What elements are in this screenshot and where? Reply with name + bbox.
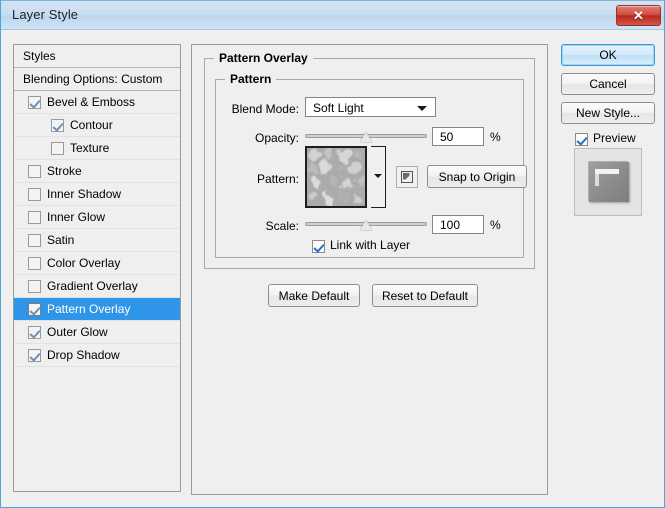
style-preview-box — [574, 148, 642, 216]
new-pattern-icon — [397, 167, 417, 187]
style-checkbox[interactable] — [28, 257, 41, 270]
reset-to-default-button[interactable]: Reset to Default — [372, 284, 478, 307]
blend-mode-value: Soft Light — [313, 101, 364, 115]
style-row-label: Outer Glow — [47, 325, 108, 339]
style-row-satin[interactable]: Satin — [14, 229, 180, 252]
style-row-label: Drop Shadow — [47, 348, 120, 362]
pattern-overlay-panel: Pattern Overlay Pattern Blend Mode: Soft… — [191, 44, 548, 495]
style-row-label: Inner Glow — [47, 210, 105, 224]
pattern-overlay-group-title: Pattern Overlay — [214, 51, 313, 65]
style-row-contour[interactable]: Contour — [14, 114, 180, 137]
style-checkbox[interactable] — [51, 119, 64, 132]
scale-label: Scale: — [226, 219, 299, 233]
style-row-pattern-overlay[interactable]: Pattern Overlay — [14, 298, 180, 321]
style-checkbox[interactable] — [28, 303, 41, 316]
style-row-label: Gradient Overlay — [47, 279, 138, 293]
style-checkbox[interactable] — [28, 280, 41, 293]
pattern-picker-dropdown[interactable] — [371, 146, 386, 208]
styles-panel: Styles Blending Options: Custom Bevel & … — [13, 44, 181, 492]
style-row-label: Pattern Overlay — [47, 302, 130, 316]
link-with-layer-checkbox[interactable] — [312, 240, 325, 253]
scale-value: 100 — [440, 218, 460, 232]
opacity-unit: % — [490, 130, 501, 144]
style-checkbox[interactable] — [28, 188, 41, 201]
pattern-label: Pattern: — [226, 172, 299, 186]
preview-label: Preview — [593, 131, 636, 145]
cancel-button[interactable]: Cancel — [561, 73, 655, 95]
blend-mode-select[interactable]: Soft Light — [305, 97, 436, 117]
pattern-group: Pattern Blend Mode: Soft Light Opacity: … — [215, 79, 524, 258]
styles-header-label: Styles — [23, 49, 56, 63]
scale-input[interactable]: 100 — [432, 215, 484, 234]
style-row-label: Color Overlay — [47, 256, 120, 270]
opacity-input[interactable]: 50 — [432, 127, 484, 146]
style-row-label: Inner Shadow — [47, 187, 121, 201]
close-button[interactable]: ✕ — [616, 5, 661, 26]
styles-list: Bevel & Emboss Contour Texture Stroke Inner … — [14, 91, 180, 367]
style-checkbox[interactable] — [28, 326, 41, 339]
blend-mode-label: Blend Mode: — [226, 102, 299, 116]
window-title: Layer Style — [12, 7, 78, 22]
style-row-label: Stroke — [47, 164, 82, 178]
style-row-gradient-overlay[interactable]: Gradient Overlay — [14, 275, 180, 298]
opacity-slider-thumb[interactable] — [360, 132, 372, 142]
style-row-label: Texture — [70, 141, 109, 155]
scale-unit: % — [490, 218, 501, 232]
chevron-down-icon — [417, 106, 427, 111]
style-row-inner-glow[interactable]: Inner Glow — [14, 206, 180, 229]
snap-to-origin-button[interactable]: Snap to Origin — [427, 165, 527, 188]
make-default-button[interactable]: Make Default — [268, 284, 360, 307]
style-checkbox[interactable] — [28, 165, 41, 178]
link-with-layer-label: Link with Layer — [330, 238, 410, 252]
title-bar: Layer Style ✕ — [1, 0, 665, 30]
pattern-swatch[interactable] — [305, 146, 367, 208]
pattern-overlay-group: Pattern Overlay Pattern Blend Mode: Soft… — [204, 58, 535, 269]
pattern-texture-icon — [307, 148, 365, 206]
layer-style-dialog: Layer Style ✕ Styles Blending Options: C… — [0, 0, 665, 508]
blending-options-row[interactable]: Blending Options: Custom — [14, 68, 180, 91]
new-pattern-button[interactable] — [396, 166, 418, 188]
new-style-button[interactable]: New Style... — [561, 102, 655, 124]
chevron-down-icon — [374, 174, 382, 178]
style-checkbox[interactable] — [28, 96, 41, 109]
blending-options-label: Blending Options: Custom — [23, 72, 162, 86]
ok-button[interactable]: OK — [561, 44, 655, 66]
pattern-group-title: Pattern — [225, 72, 276, 86]
style-preview-thumbnail — [589, 162, 629, 202]
style-row-texture[interactable]: Texture — [14, 137, 180, 160]
style-row-label: Bevel & Emboss — [47, 95, 135, 109]
style-row-drop-shadow[interactable]: Drop Shadow — [14, 344, 180, 367]
style-row-outer-glow[interactable]: Outer Glow — [14, 321, 180, 344]
scale-slider-thumb[interactable] — [360, 220, 372, 230]
style-checkbox[interactable] — [51, 142, 64, 155]
close-icon: ✕ — [617, 6, 660, 25]
style-row-inner-shadow[interactable]: Inner Shadow — [14, 183, 180, 206]
opacity-label: Opacity: — [226, 131, 299, 145]
scale-slider[interactable] — [305, 216, 427, 232]
preview-checkbox[interactable] — [575, 133, 588, 146]
style-row-stroke[interactable]: Stroke — [14, 160, 180, 183]
style-row-color-overlay[interactable]: Color Overlay — [14, 252, 180, 275]
styles-panel-header: Styles — [14, 45, 180, 68]
opacity-value: 50 — [440, 130, 453, 144]
style-checkbox[interactable] — [28, 211, 41, 224]
opacity-slider[interactable] — [305, 128, 427, 144]
style-checkbox[interactable] — [28, 349, 41, 362]
style-checkbox[interactable] — [28, 234, 41, 247]
style-row-label: Contour — [70, 118, 113, 132]
style-row-bevel-emboss[interactable]: Bevel & Emboss — [14, 91, 180, 114]
style-row-label: Satin — [47, 233, 74, 247]
